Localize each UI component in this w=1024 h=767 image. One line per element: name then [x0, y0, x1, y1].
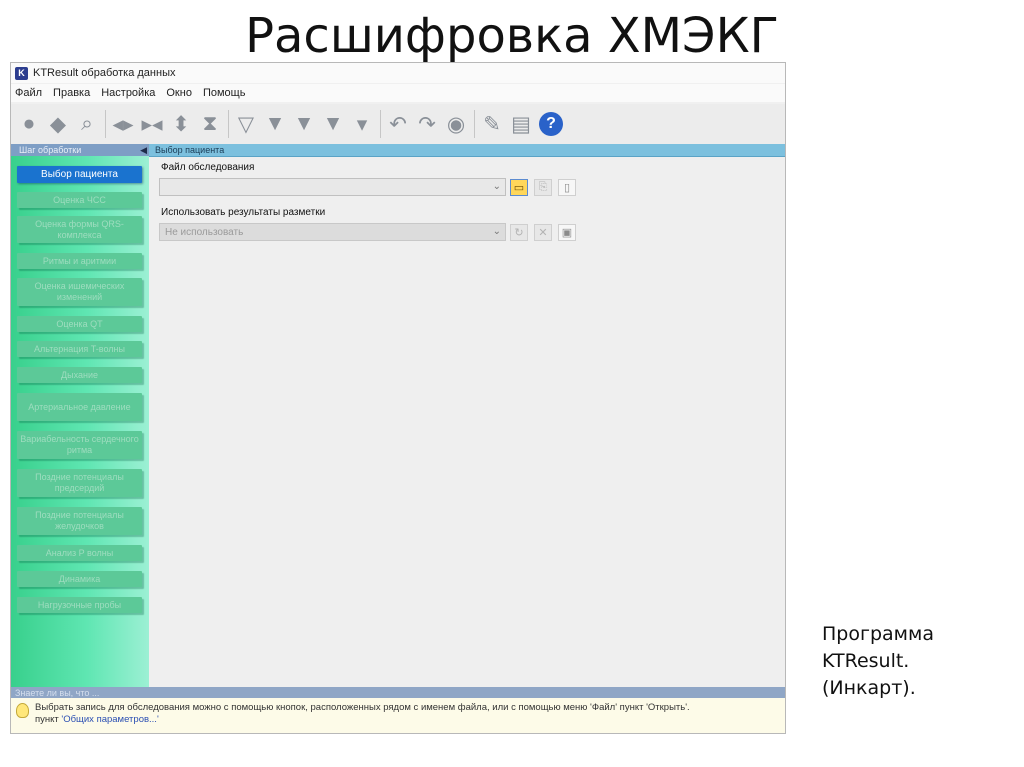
sidebar-header: Шаг обработки ◀: [11, 144, 149, 156]
toolbar-separator: [105, 110, 106, 138]
kt-logo-icon: K: [15, 66, 28, 80]
filter-35-icon[interactable]: ▼: [290, 110, 318, 138]
step-ischemia[interactable]: Оценка ишемических изменений: [17, 278, 142, 306]
hint-prefix: пункт: [35, 714, 59, 725]
split-vertical-icon[interactable]: ⬍: [167, 110, 195, 138]
content-header-label: Выбор пациента: [155, 145, 225, 155]
app-window: K KTResult обработка данных Файл Правка …: [10, 62, 786, 734]
browse-button[interactable]: ⎘: [534, 179, 552, 196]
menu-edit[interactable]: Правка: [53, 87, 90, 99]
step-qrs-shape[interactable]: Оценка формы QRS-комплекса: [17, 216, 142, 243]
chevron-down-icon[interactable]: ⌄: [493, 226, 501, 237]
step-breathing[interactable]: Дыхание: [17, 367, 142, 383]
caption-line: KTResult.: [822, 650, 910, 672]
toolbar: ● ◆ ⌕ ◂▸ ▸◂ ⬍ ⧗ ▽ ▼ ▼ ▼ ▾ ↶ ↷ ◉ ✎ ▤ ?: [11, 104, 785, 145]
title-bar: K KTResult обработка данных: [11, 63, 785, 83]
step-dynamics[interactable]: Динамика: [17, 571, 142, 587]
step-stress-tests[interactable]: Нагрузочные пробы: [17, 597, 142, 613]
hint-panel: Выбрать запись для обследования можно с …: [11, 698, 785, 733]
delete-markup-button[interactable]: ✕: [534, 224, 552, 241]
split-horizontal-icon[interactable]: ◂▸: [109, 110, 137, 138]
help-icon[interactable]: ?: [539, 112, 563, 136]
step-qt[interactable]: Оценка QT: [17, 316, 142, 332]
open-folder-button[interactable]: ▭: [510, 179, 528, 196]
filter-underline-icon[interactable]: ▾: [348, 110, 376, 138]
markup-combobox[interactable]: Не использовать ⌄: [159, 223, 506, 241]
files-icon: ⎘: [538, 181, 548, 193]
step-t-alternans[interactable]: Альтернация T-волны: [17, 341, 142, 357]
refresh-icon: ↻: [514, 227, 524, 239]
steps-sidebar: Выбор пациента Оценка ЧСС Оценка формы Q…: [11, 156, 149, 687]
info-icon: ▣: [561, 227, 573, 239]
step-blood-pressure[interactable]: Артериальное давление: [17, 393, 142, 421]
wrench-icon[interactable]: ✎: [478, 110, 506, 138]
blank-document-icon: ▯: [563, 182, 571, 194]
sidebar-header-label: Шаг обработки: [19, 145, 82, 155]
file-label: Файл обследования: [161, 162, 255, 173]
general-parameters-link[interactable]: 'Общих параметров...': [61, 714, 158, 725]
new-file-button[interactable]: ▯: [558, 179, 576, 196]
menu-settings[interactable]: Настройка: [101, 87, 155, 99]
merge-horizontal-icon[interactable]: ▸◂: [138, 110, 166, 138]
file-combobox[interactable]: ⌄: [159, 178, 506, 196]
filter-left-icon[interactable]: ▽: [232, 110, 260, 138]
document-icon[interactable]: ▤: [507, 110, 535, 138]
tip-bar: Знаете ли вы, что ...: [11, 687, 785, 698]
filter-50-icon[interactable]: ▼: [319, 110, 347, 138]
caption-line: Программа: [822, 623, 934, 645]
window-title: KTResult обработка данных: [33, 67, 176, 79]
lightbulb-icon: [16, 703, 29, 718]
content-header: Выбор пациента: [149, 144, 785, 157]
toolbar-separator: [380, 110, 381, 138]
undo-icon[interactable]: ↶: [384, 110, 412, 138]
hint-text: Выбрать запись для обследования можно с …: [35, 702, 690, 713]
content-panel: Файл обследования ⌄ ▭ ⎘ ▯ Использовать р…: [149, 157, 785, 687]
menu-help[interactable]: Помощь: [203, 87, 246, 99]
step-late-ventricular[interactable]: Поздние потенциалы желудочков: [17, 507, 142, 535]
step-hrv[interactable]: Вариабельность сердечного ритма: [17, 431, 142, 459]
filter-right-icon[interactable]: ▼: [261, 110, 289, 138]
collapse-arrow-icon[interactable]: ◀: [140, 145, 149, 156]
redo-icon[interactable]: ↷: [413, 110, 441, 138]
step-p-wave[interactable]: Анализ P волны: [17, 545, 142, 561]
slide-title: Расшифровка ХМЭКГ: [245, 8, 779, 64]
erase-icon[interactable]: ◆: [44, 110, 72, 138]
refresh-markup-button[interactable]: ↻: [510, 224, 528, 241]
close-icon: ✕: [538, 227, 548, 239]
globe-icon[interactable]: ◉: [442, 110, 470, 138]
markup-label: Использовать результаты разметки: [161, 207, 326, 218]
step-heart-rate[interactable]: Оценка ЧСС: [17, 192, 142, 208]
chevron-down-icon[interactable]: ⌄: [493, 181, 501, 192]
menu-window[interactable]: Окно: [166, 87, 192, 99]
magnifier-icon[interactable]: ⌕: [73, 110, 101, 138]
caption-line: (Инкарт).: [822, 677, 916, 699]
step-rhythms[interactable]: Ритмы и аритмии: [17, 253, 142, 269]
markup-combobox-value: Не использовать: [165, 226, 244, 238]
menu-file[interactable]: Файл: [15, 87, 42, 99]
toolbar-separator: [474, 110, 475, 138]
slide-caption: Программа KTResult. (Инкарт).: [822, 621, 934, 702]
menu-bar: Файл Правка Настройка Окно Помощь: [11, 84, 785, 102]
tip-label: Знаете ли вы, что ...: [15, 687, 100, 698]
play-circle-icon[interactable]: ●: [15, 110, 43, 138]
step-patient-select[interactable]: Выбор пациента: [17, 166, 142, 183]
markup-info-button[interactable]: ▣: [558, 224, 576, 241]
merge-vertical-icon[interactable]: ⧗: [196, 110, 224, 138]
step-late-atrial[interactable]: Поздние потенциалы предсердий: [17, 469, 142, 497]
folder-open-icon: ▭: [513, 182, 525, 194]
toolbar-separator: [228, 110, 229, 138]
